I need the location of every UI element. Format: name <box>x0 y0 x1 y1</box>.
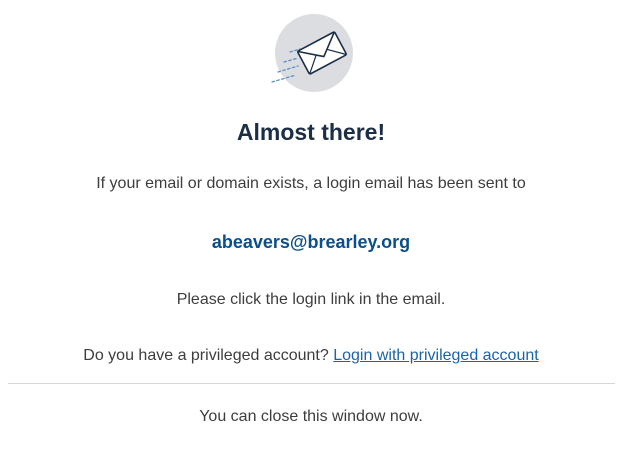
divider <box>8 383 615 384</box>
email-address: abeavers@brearley.org <box>211 232 411 252</box>
instructions-text: Please click the login link in the email… <box>176 291 446 308</box>
login-sent-page: Almost there! If your email or domain ex… <box>0 0 622 449</box>
page-title: Almost there! <box>236 119 386 145</box>
sent-envelope-icon <box>268 12 358 94</box>
privileged-account-row: Do you have a privileged account? Login … <box>0 345 622 367</box>
privileged-question: Do you have a privileged account? <box>83 347 329 364</box>
close-window-message: You can close this window now. <box>199 408 423 425</box>
privileged-login-link[interactable]: Login with privileged account <box>333 347 538 364</box>
sent-message: If your email or domain exists, a login … <box>96 175 526 192</box>
